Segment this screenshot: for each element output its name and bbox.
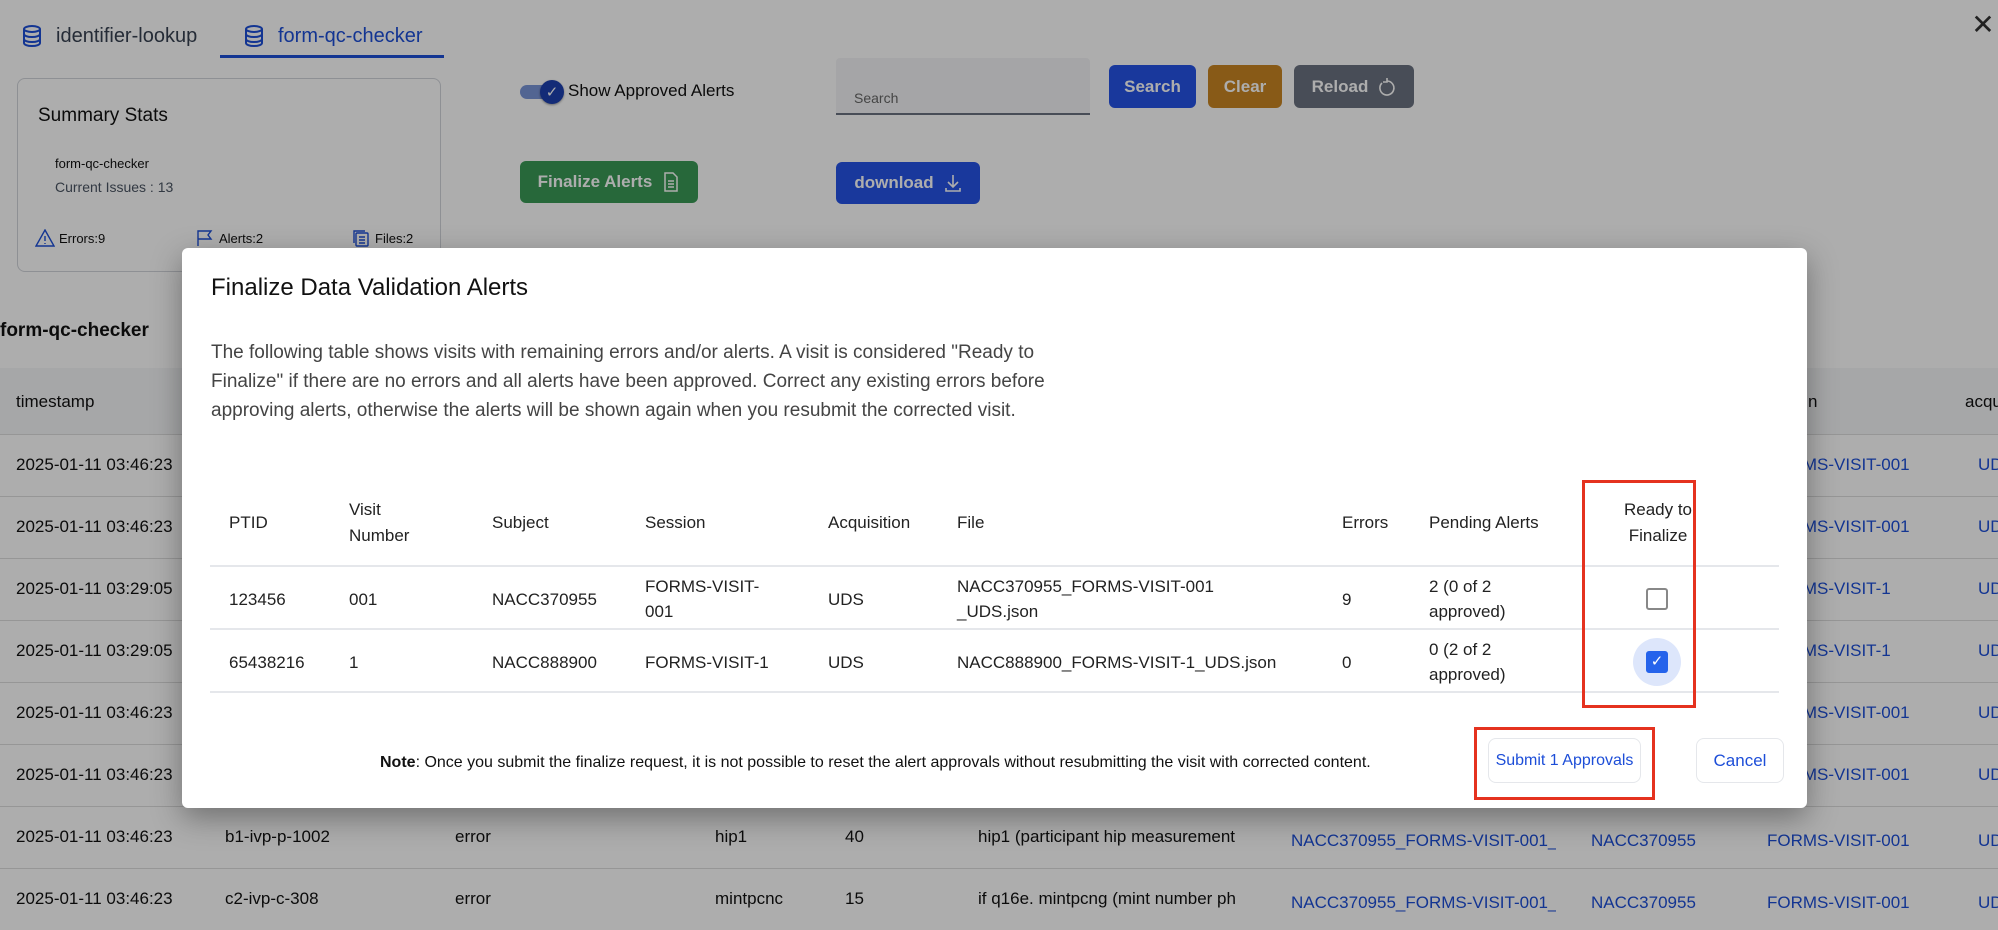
finalize-alerts-dialog: Finalize Data Validation Alerts The foll… <box>182 248 1807 808</box>
ready-column-highlight <box>1582 480 1696 708</box>
dialog-description: The following table shows visits with re… <box>211 342 1045 421</box>
finalize-note: Note: Once you submit the finalize reque… <box>380 754 1371 771</box>
cancel-button[interactable]: Cancel <box>1696 738 1784 783</box>
dialog-title: Finalize Data Validation Alerts <box>211 274 529 301</box>
visit-row: 123456 001 NACC370955 FORMS-VISIT-001 UD… <box>210 567 1779 630</box>
visit-row: 65438216 1 NACC888900 FORMS-VISIT-1 UDS … <box>210 630 1779 693</box>
visits-table-header: PTID Visit Number Subject Session Acquis… <box>210 478 1779 567</box>
submit-button-highlight <box>1474 727 1655 800</box>
